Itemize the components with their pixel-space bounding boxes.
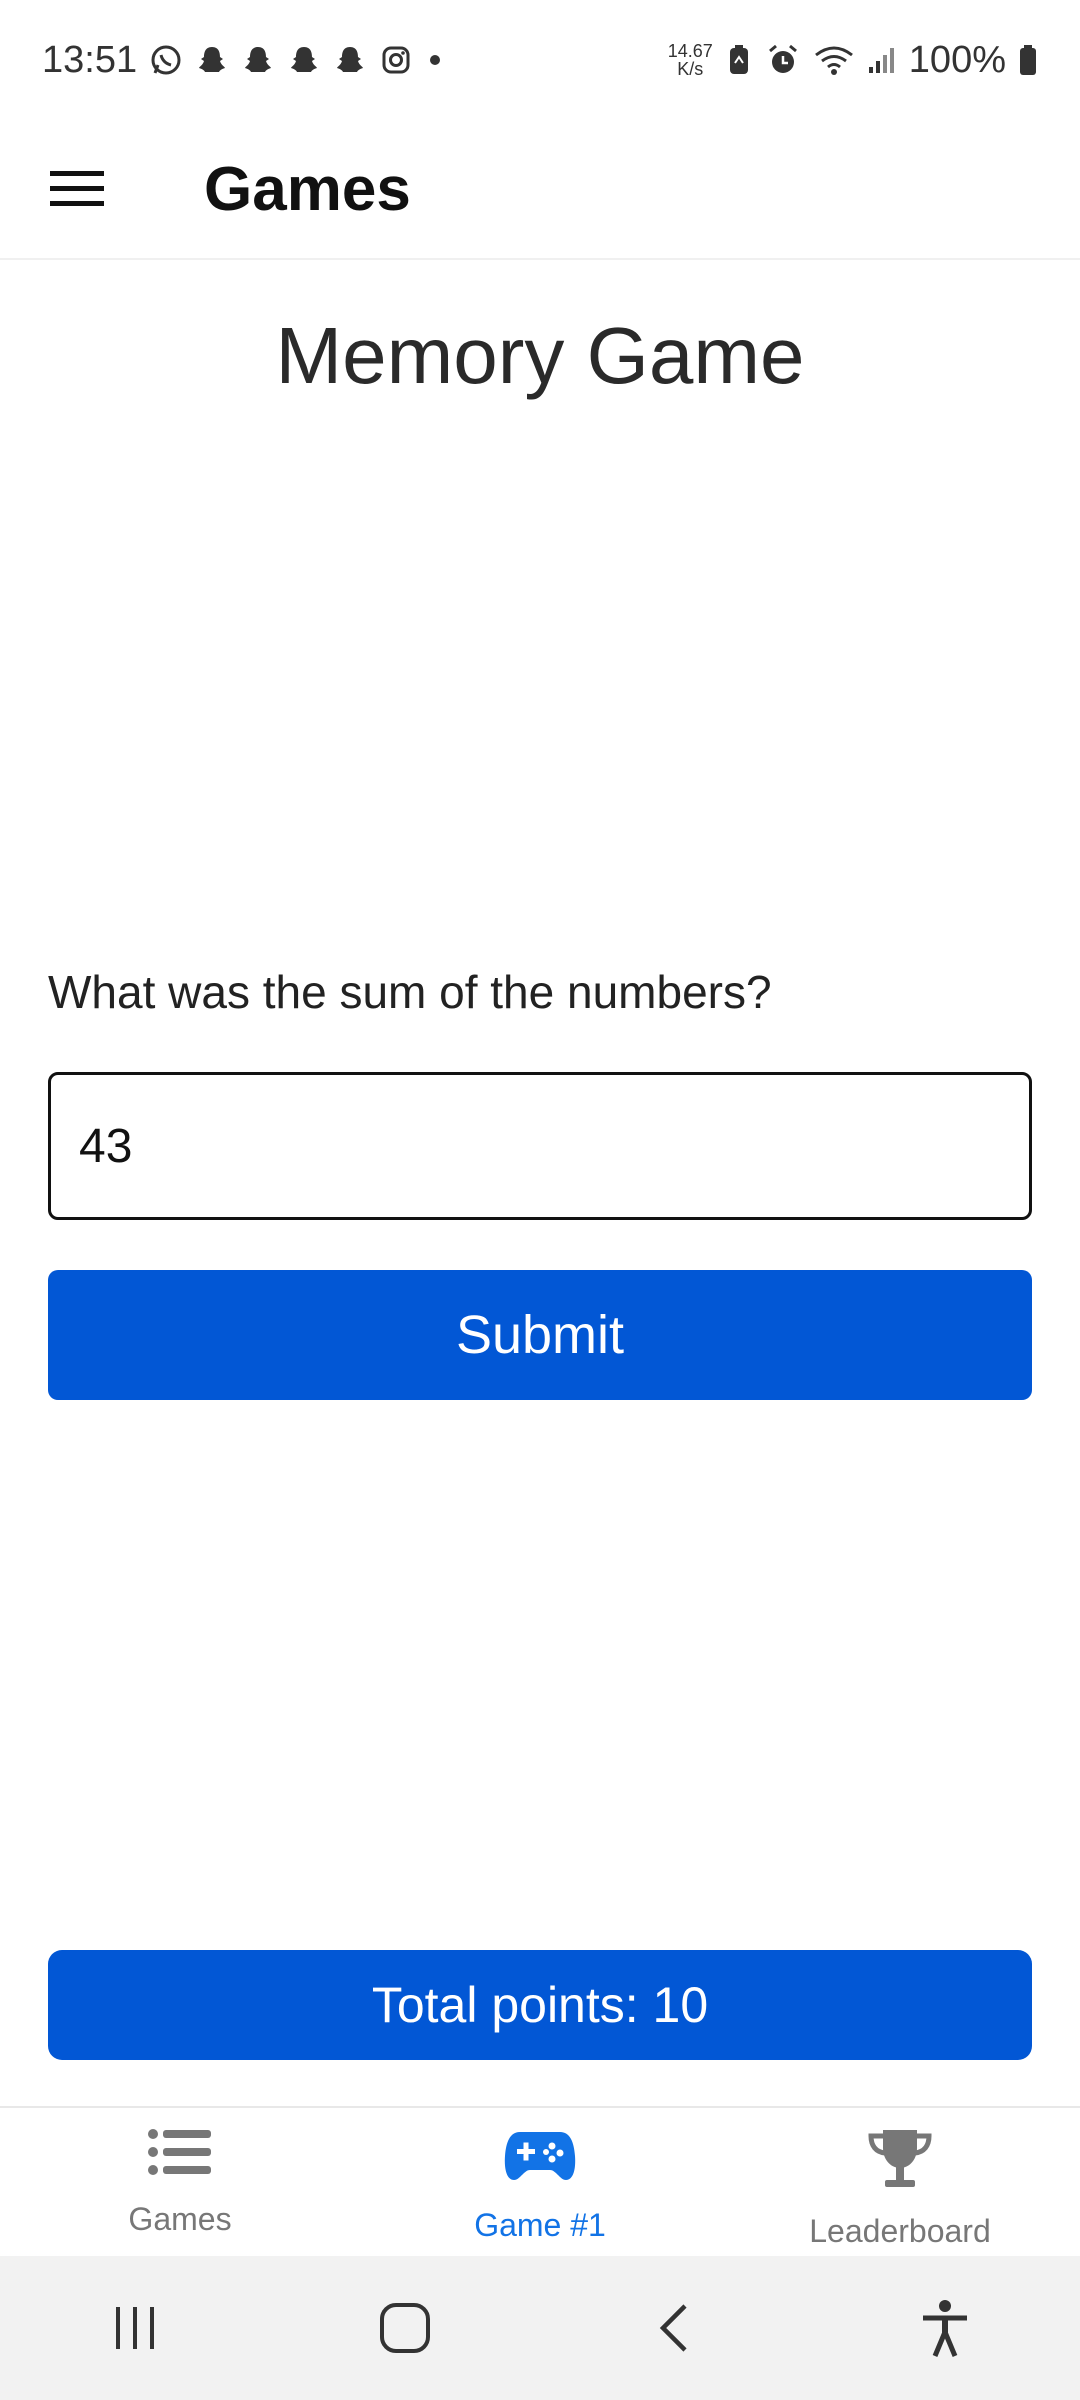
question-label: What was the sum of the numbers? — [48, 966, 772, 1018]
trophy-icon — [865, 2126, 935, 2197]
whatsapp-icon — [149, 43, 183, 77]
snapchat-icon — [287, 43, 321, 77]
app-bar-title: Games — [204, 154, 411, 224]
bottom-navigation: Games Game #1 Leaderboard — [0, 2106, 1080, 2258]
status-bar: 13:51 14.67 K/s 100% — [0, 0, 1080, 120]
battery-saver-icon — [725, 43, 753, 77]
home-icon[interactable] — [345, 2268, 465, 2388]
snapchat-icon — [241, 43, 275, 77]
gamepad-icon — [504, 2126, 576, 2191]
dot-icon — [425, 43, 445, 77]
total-points-banner: Total points: 10 — [48, 1950, 1032, 2060]
signal-icon — [867, 43, 897, 77]
network-speed-value: 14.67 — [667, 41, 713, 61]
nav-item-leaderboard[interactable]: Leaderboard — [720, 2108, 1080, 2258]
alarm-icon — [765, 42, 801, 78]
submit-button[interactable]: Submit — [48, 1270, 1032, 1400]
nav-label-leaderboard: Leaderboard — [809, 2213, 991, 2249]
network-speed: 14.67 K/s — [668, 42, 713, 78]
back-icon[interactable] — [615, 2268, 735, 2388]
accessibility-icon[interactable] — [885, 2268, 1005, 2388]
list-icon — [147, 2126, 213, 2185]
snapchat-icon — [333, 43, 367, 77]
nav-label-games: Games — [128, 2201, 232, 2237]
recents-icon[interactable] — [75, 2268, 195, 2388]
wifi-icon — [813, 43, 855, 77]
instagram-icon — [379, 43, 413, 77]
nav-item-games[interactable]: Games — [0, 2108, 360, 2258]
battery-percentage: 100% — [908, 38, 1006, 81]
nav-label-game-1: Game #1 — [474, 2207, 606, 2243]
status-bar-right: 14.67 K/s 100% — [668, 39, 1038, 82]
page-title: Memory Game — [275, 311, 805, 400]
status-bar-left: 13:51 — [42, 39, 445, 82]
system-navigation-bar — [0, 2256, 1080, 2400]
nav-item-game-1[interactable]: Game #1 — [360, 2108, 720, 2258]
clock: 13:51 — [42, 38, 138, 81]
snapchat-icon — [195, 43, 229, 77]
hamburger-menu-icon[interactable] — [8, 119, 148, 259]
network-speed-unit: K/s — [677, 59, 704, 79]
battery-icon — [1018, 43, 1038, 77]
answer-input[interactable] — [48, 1072, 1032, 1220]
app-bar: Games — [0, 120, 1080, 260]
